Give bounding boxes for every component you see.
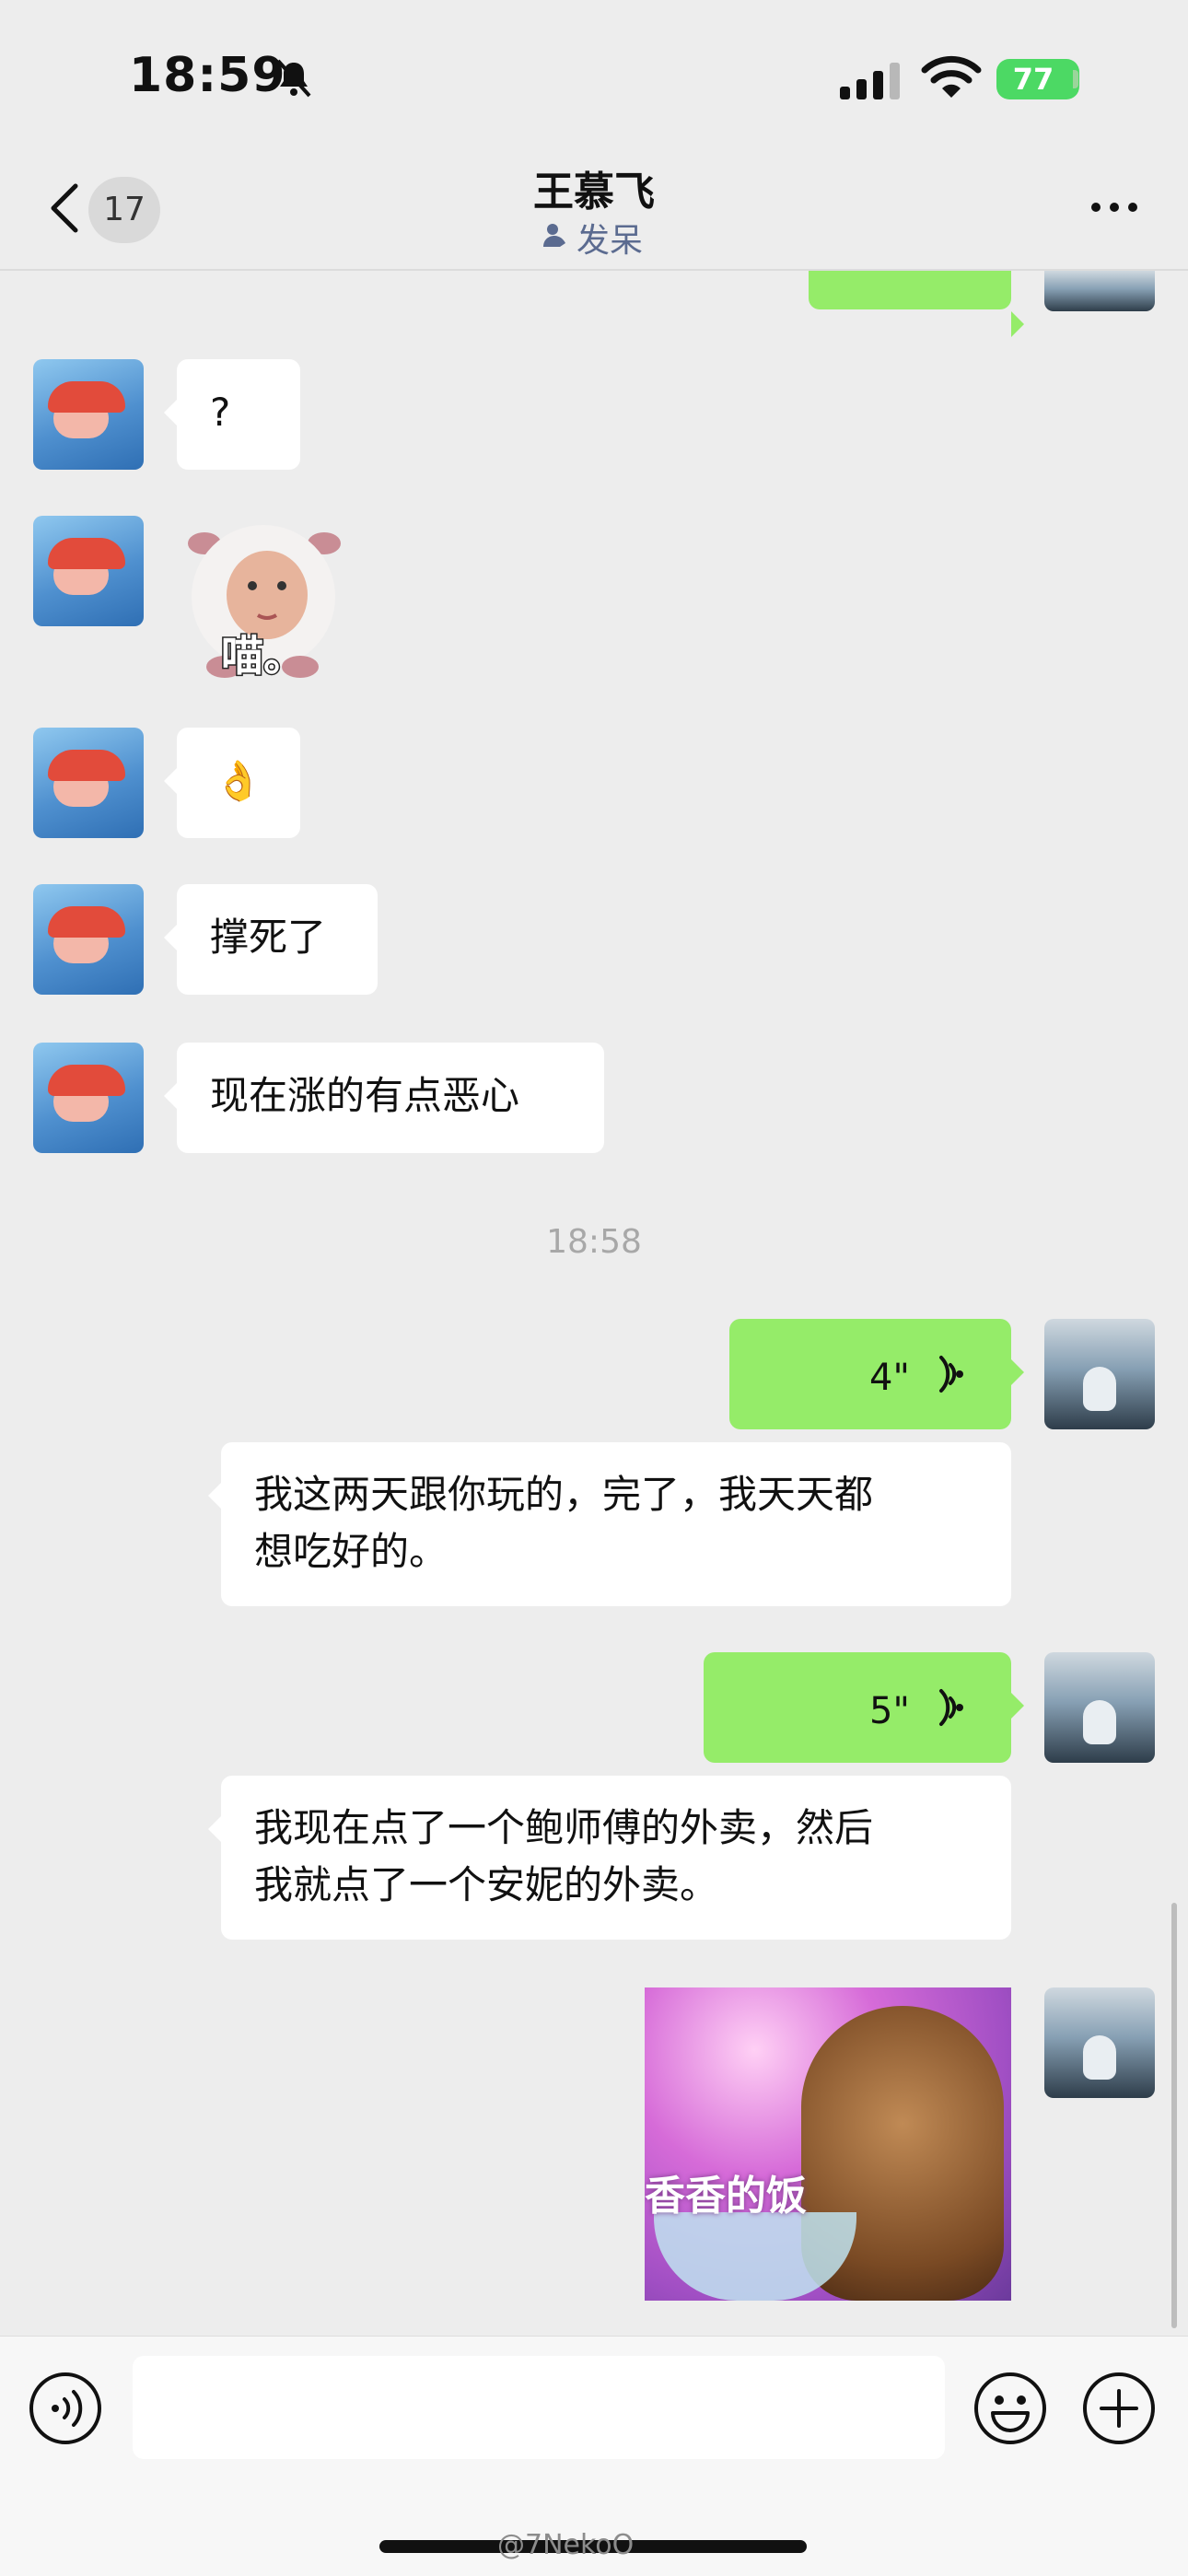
contact-name[interactable]: 王慕飞 [368, 158, 820, 217]
wifi-icon [921, 55, 982, 98]
unread-count-badge[interactable]: 17 [88, 177, 160, 243]
sticker-cat-meow[interactable]: 喵。 [181, 516, 346, 682]
scrollbar[interactable] [1171, 1903, 1177, 2328]
battery-level: 77 [1012, 62, 1054, 97]
message-emoji: 👌 [214, 758, 263, 803]
contact-status-text: 发呆 [577, 222, 644, 260]
message-timestamp: 18:58 [546, 1223, 642, 1261]
bell-mute-icon [276, 59, 311, 98]
self-avatar[interactable] [1044, 1319, 1155, 1429]
voice-duration: 5" [869, 1690, 910, 1732]
battery-cap [1073, 70, 1078, 88]
transcript-line: 我现在点了一个鲍师傅的外卖，然后 [254, 1805, 874, 1850]
sticker-caption: 香香的饭 [645, 2173, 807, 2220]
voice-message-bubble[interactable]: 5" [704, 1652, 1024, 1763]
plus-icon[interactable] [1081, 2371, 1157, 2446]
back-chevron-icon[interactable] [41, 181, 96, 236]
voice-transcript-bubble[interactable]: 我这两天跟你玩的，完了，我天天都 想吃好的。 [208, 1442, 1011, 1606]
voice-wave-icon [939, 1356, 963, 1393]
message-bubble-incoming[interactable]: 现在涨的有点恶心 [164, 1043, 604, 1153]
message-bubble-incoming[interactable]: ? [164, 359, 300, 470]
contact-avatar[interactable] [33, 516, 144, 626]
message-text: 撑死了 [210, 915, 327, 960]
voice-input-icon[interactable] [28, 2371, 103, 2446]
self-avatar[interactable] [1044, 1652, 1155, 1763]
emoji-icon[interactable] [973, 2371, 1048, 2446]
sticker-caption: 喵。 [221, 631, 306, 681]
transcript-line: 我就点了一个安妮的外卖。 [254, 1862, 719, 1907]
voice-message-bubble[interactable]: 4" [729, 1319, 1024, 1429]
previous-message-bubble[interactable] [809, 271, 1024, 337]
status-time: 18:59 [129, 48, 286, 103]
message-bubble-incoming[interactable]: 👌 [164, 728, 300, 838]
voice-duration: 4" [869, 1357, 910, 1399]
contact-avatar[interactable] [33, 359, 144, 470]
message-text: ? [210, 390, 231, 435]
signal-icon [840, 63, 900, 99]
transcript-line: 想吃好的。 [254, 1529, 448, 1574]
self-avatar[interactable] [1044, 271, 1155, 311]
contact-avatar[interactable] [33, 884, 144, 995]
contact-avatar[interactable] [33, 1043, 144, 1153]
watermark: @7NekoO [497, 2529, 635, 2561]
voice-transcript-bubble[interactable]: 我现在点了一个鲍师傅的外卖，然后 我就点了一个安妮的外卖。 [208, 1776, 1011, 1940]
transcript-line: 我这两天跟你玩的，完了，我天天都 [254, 1472, 874, 1517]
contact-avatar[interactable] [33, 728, 144, 838]
message-text: 现在涨的有点恶心 [210, 1073, 520, 1118]
voice-wave-icon [939, 1689, 963, 1726]
self-avatar[interactable] [1044, 1987, 1155, 2098]
status-person-icon [543, 224, 565, 247]
contact-status: 发呆 [497, 214, 700, 260]
message-bubble-incoming[interactable]: 撑死了 [164, 884, 378, 995]
sticker-smiling-dog[interactable]: 香香的饭 [645, 1987, 1011, 2301]
message-input[interactable] [133, 2356, 945, 2459]
more-dots-icon[interactable] [1087, 193, 1142, 221]
